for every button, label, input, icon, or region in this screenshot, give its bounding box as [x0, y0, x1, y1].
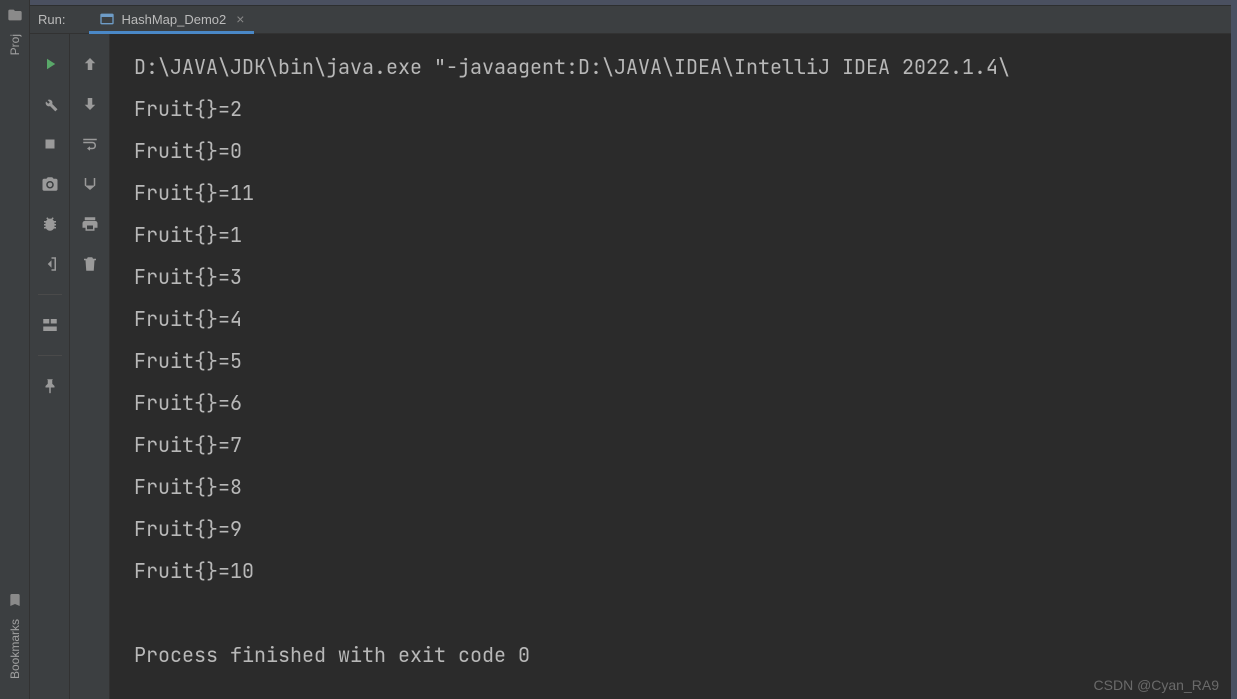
rerun-button[interactable]: [36, 50, 64, 78]
print-icon[interactable]: [76, 210, 104, 238]
trash-icon[interactable]: [76, 250, 104, 278]
console-line: Fruit{}=10: [134, 550, 1231, 592]
console-line: Fruit{}=8: [134, 466, 1231, 508]
stop-button[interactable]: [36, 130, 64, 158]
run-toolbar-secondary: [70, 34, 110, 699]
console-line: D:\JAVA\JDK\bin\java.exe "-javaagent:D:\…: [134, 46, 1231, 88]
project-folder-icon[interactable]: [6, 6, 24, 24]
console-line: Fruit{}=6: [134, 382, 1231, 424]
run-config-tab[interactable]: HashMap_Demo2 ×: [89, 7, 254, 34]
project-rail-label[interactable]: Proj: [8, 34, 22, 55]
side-rail: Proj Bookmarks: [0, 0, 30, 699]
console-line: Fruit{}=9: [134, 508, 1231, 550]
run-toolbar-primary: [30, 34, 70, 699]
console-line: Fruit{}=2: [134, 88, 1231, 130]
console-line: Fruit{}=0: [134, 130, 1231, 172]
console-line: Fruit{}=7: [134, 424, 1231, 466]
exit-icon[interactable]: [36, 250, 64, 278]
console-output[interactable]: D:\JAVA\JDK\bin\java.exe "-javaagent:D:\…: [110, 34, 1231, 699]
pin-icon[interactable]: [36, 372, 64, 400]
arrow-up-icon[interactable]: [76, 50, 104, 78]
bookmark-icon[interactable]: [6, 591, 24, 609]
console-line: [134, 592, 1231, 634]
soft-wrap-icon[interactable]: [76, 130, 104, 158]
console-line: Fruit{}=5: [134, 340, 1231, 382]
bug-icon[interactable]: [36, 210, 64, 238]
wrench-icon[interactable]: [36, 90, 64, 118]
layout-icon[interactable]: [36, 311, 64, 339]
arrow-down-icon[interactable]: [76, 90, 104, 118]
console-line: Fruit{}=1: [134, 214, 1231, 256]
bookmarks-rail-label[interactable]: Bookmarks: [8, 619, 22, 679]
run-label: Run:: [38, 12, 65, 27]
run-tab-bar: Run: HashMap_Demo2 ×: [30, 6, 1231, 34]
console-line: Fruit{}=4: [134, 298, 1231, 340]
console-line: Fruit{}=3: [134, 256, 1231, 298]
right-edge: [1231, 0, 1237, 699]
close-icon[interactable]: ×: [236, 11, 244, 27]
scroll-to-end-icon[interactable]: [76, 170, 104, 198]
run-config-tab-label: HashMap_Demo2: [121, 12, 226, 27]
console-line: Fruit{}=11: [134, 172, 1231, 214]
console-line: Process finished with exit code 0: [134, 634, 1231, 676]
camera-icon[interactable]: [36, 170, 64, 198]
run-tool-window: Run: HashMap_Demo2 ×: [30, 0, 1231, 699]
application-icon: [99, 11, 115, 27]
watermark: CSDN @Cyan_RA9: [1094, 677, 1219, 693]
